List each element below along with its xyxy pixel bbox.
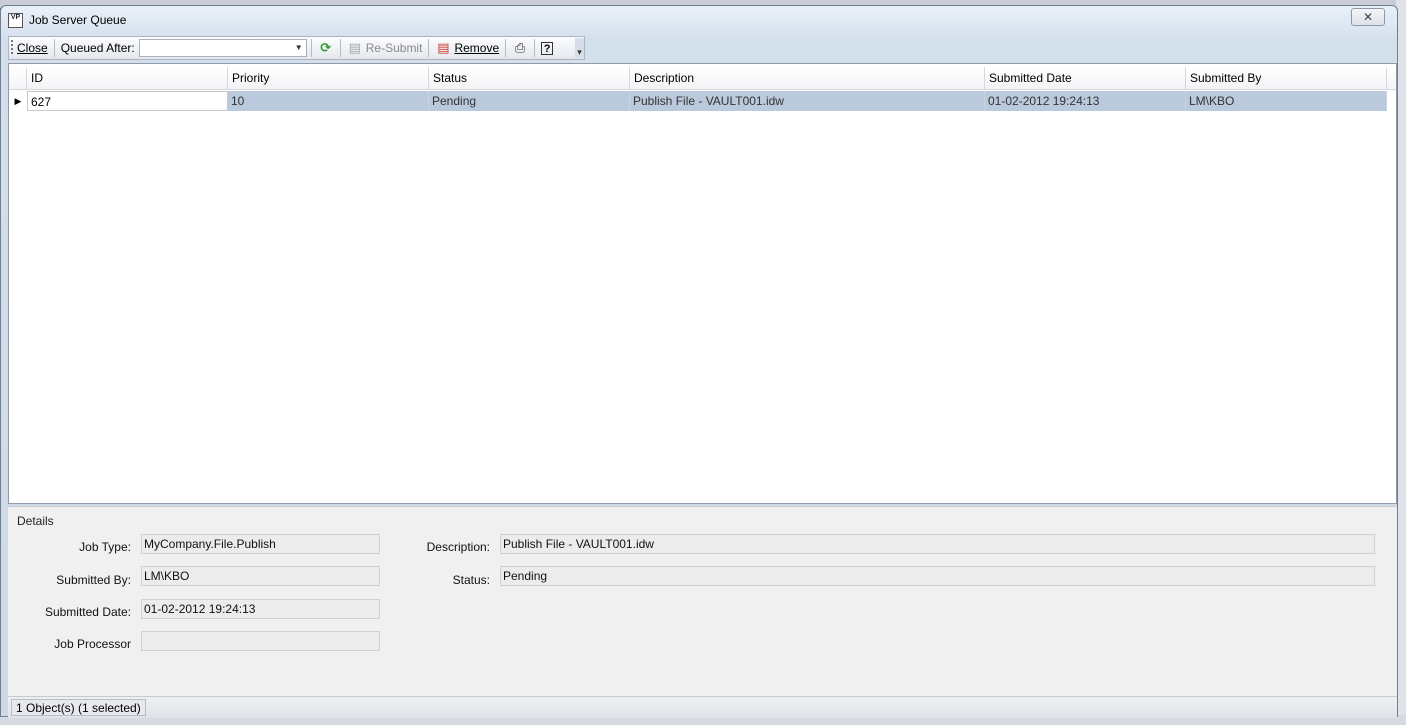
column-header-submitted-date[interactable]: Submitted Date (985, 67, 1186, 89)
row-selected-indicator-icon: ▶ (14, 96, 22, 106)
job-queue-grid: ID Priority Status Description Submitted… (8, 63, 1397, 504)
close-button[interactable]: Close (13, 38, 52, 58)
print-button[interactable]: ⎙ (508, 38, 532, 58)
resubmit-label: Re-Submit (365, 41, 423, 55)
toolbar-separator (310, 39, 312, 57)
details-panel: Details Job Type: MyCompany.File.Publish… (8, 506, 1397, 696)
close-icon: ✕ (1362, 10, 1374, 24)
refresh-icon: ⟳ (320, 40, 332, 55)
status-bar-text: 1 Object(s) (1 selected) (11, 699, 146, 716)
queued-after-combo[interactable]: ▼ (138, 39, 307, 57)
job-type-field[interactable]: MyCompany.File.Publish (141, 534, 380, 554)
app-icon: VP (8, 13, 23, 28)
status-field[interactable]: Pending (500, 566, 1375, 586)
resubmit-icon: ▤ (348, 40, 361, 55)
job-server-queue-window: VP Job Server Queue ✕ Close Queued After… (0, 5, 1398, 718)
cell-id[interactable]: 627 (27, 91, 228, 111)
toolbar-separator (505, 39, 507, 57)
job-processor-field[interactable] (141, 631, 380, 651)
close-button-label: Close (17, 41, 48, 55)
status-bar: 1 Object(s) (1 selected) (8, 696, 1397, 718)
resubmit-button[interactable]: ▤ Re-Submit (343, 38, 427, 58)
window-close-button[interactable]: ✕ (1351, 8, 1385, 26)
print-icon: ⎙ (514, 40, 526, 55)
remove-button[interactable]: ▤ Remove (431, 38, 503, 58)
toolbar-separator (428, 39, 430, 57)
job-processor-label: Job Processor (54, 637, 131, 651)
toolbar: Close Queued After: ▼ ⟳ ▤ Re-Submit ▤ Re… (8, 36, 585, 60)
remove-label: Remove (454, 41, 500, 55)
status-label: Status: (452, 573, 490, 587)
help-icon: ? (541, 41, 554, 55)
cell-description[interactable]: Publish File - VAULT001.idw (630, 91, 985, 111)
toolbar-separator (53, 39, 55, 57)
refresh-button[interactable]: ⟳ (314, 38, 338, 58)
title-bar[interactable]: VP Job Server Queue ✕ (1, 6, 1397, 34)
toolbar-separator (534, 39, 536, 57)
toolbar-overflow-icon[interactable]: ▾ (575, 38, 584, 58)
cell-status[interactable]: Pending (429, 91, 630, 111)
description-label: Description: (426, 540, 490, 554)
cell-priority[interactable]: 10 (228, 91, 429, 111)
details-title: Details (17, 514, 54, 528)
column-header-priority[interactable]: Priority (228, 67, 429, 89)
remove-icon: ▤ (437, 40, 450, 55)
submitted-date-label: Submitted Date: (44, 605, 131, 619)
submitted-by-field[interactable]: LM\KBO (141, 566, 380, 586)
submitted-date-field[interactable]: 01-02-2012 19:24:13 (141, 599, 380, 619)
cell-submitted-date[interactable]: 01-02-2012 19:24:13 (985, 91, 1186, 111)
column-header-submitted-by[interactable]: Submitted By (1186, 67, 1387, 89)
window-title: Job Server Queue (29, 13, 127, 27)
column-header-description[interactable]: Description (630, 67, 985, 89)
column-header-status[interactable]: Status (429, 67, 630, 89)
toolbar-separator (339, 39, 341, 57)
row-indicator-header (9, 67, 27, 89)
description-field[interactable]: Publish File - VAULT001.idw (500, 534, 1375, 554)
submitted-by-label: Submitted By: (56, 573, 131, 587)
help-button[interactable]: ? (537, 38, 557, 58)
job-type-label: Job Type: (79, 540, 131, 554)
queued-after-label: Queued After: (60, 41, 135, 55)
cell-submitted-by[interactable]: LM\KBO (1186, 91, 1387, 111)
table-row[interactable]: ▶ 627 10 Pending Publish File - VAULT001… (9, 91, 1396, 111)
grid-header: ID Priority Status Description Submitted… (9, 67, 1396, 90)
column-header-id[interactable]: ID (27, 67, 228, 89)
chevron-down-icon[interactable]: ▼ (292, 40, 306, 56)
